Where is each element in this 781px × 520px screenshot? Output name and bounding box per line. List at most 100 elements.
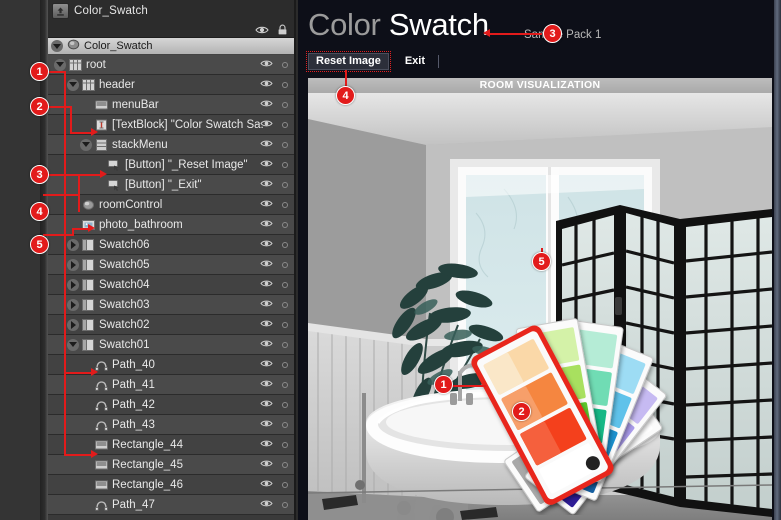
tree-row-path-41[interactable]: Path_41 xyxy=(48,375,294,395)
lock-dot-icon[interactable] xyxy=(282,201,288,208)
lock-dot-icon[interactable] xyxy=(282,341,288,348)
chevron-down-icon[interactable] xyxy=(51,40,63,52)
eye-icon[interactable] xyxy=(260,296,273,314)
tree-row-path-40[interactable]: Path_40 xyxy=(48,355,294,375)
lock-dot-icon[interactable] xyxy=(282,141,288,148)
lock-dot-icon[interactable] xyxy=(282,361,288,368)
tree-row-stackmenu[interactable]: stackMenu xyxy=(48,135,294,155)
tree-row-path-43[interactable]: Path_43 xyxy=(48,415,294,435)
eye-icon[interactable] xyxy=(260,316,273,334)
eye-icon[interactable] xyxy=(260,136,273,154)
room-photo[interactable] xyxy=(308,93,772,520)
tree-row-swatch03[interactable]: Swatch03 xyxy=(48,295,294,315)
eye-icon[interactable] xyxy=(260,336,273,354)
tree-row-swatch01[interactable]: Swatch01 xyxy=(48,335,294,355)
lock-dot-icon[interactable] xyxy=(282,81,288,88)
eye-icon[interactable] xyxy=(260,156,273,174)
tree-row-rectangle-46[interactable]: Rectangle_46 xyxy=(48,475,294,495)
tree-row-roomcontrol[interactable]: roomControl xyxy=(48,195,294,215)
eye-icon[interactable] xyxy=(260,196,273,214)
lock-dot-icon[interactable] xyxy=(282,461,288,468)
tree-row-path-47[interactable]: Path_47 xyxy=(48,495,294,515)
eye-icon[interactable] xyxy=(260,376,273,394)
lock-dot-icon[interactable] xyxy=(282,301,288,308)
eye-icon[interactable] xyxy=(260,416,273,434)
tree-row-path-42[interactable]: Path_42 xyxy=(48,395,294,415)
lock-dot-icon[interactable] xyxy=(282,281,288,288)
lock-dot-icon[interactable] xyxy=(282,261,288,268)
chevron-right-icon[interactable] xyxy=(67,278,79,291)
export-icon[interactable] xyxy=(52,3,69,19)
rect-icon xyxy=(92,439,112,451)
lock-dot-icon[interactable] xyxy=(282,241,288,248)
chevron-down-icon[interactable] xyxy=(67,338,79,351)
object-tree-list[interactable]: root header menuBar [TextBlock] "Color Swat… xyxy=(48,55,294,515)
eye-icon[interactable] xyxy=(255,23,269,41)
eye-icon[interactable] xyxy=(260,496,273,514)
lock-dot-icon[interactable] xyxy=(282,481,288,488)
panel-titlebar[interactable]: Color_Swatch xyxy=(48,0,294,22)
tree-row-swatch02[interactable]: Swatch02 xyxy=(48,315,294,335)
eye-icon[interactable] xyxy=(260,396,273,414)
lock-dot-icon[interactable] xyxy=(282,121,288,128)
chevron-right-icon[interactable] xyxy=(67,318,79,331)
tree-row-header[interactable]: header xyxy=(48,75,294,95)
eye-icon[interactable] xyxy=(260,256,273,274)
group-icon xyxy=(79,338,99,351)
lock-dot-icon[interactable] xyxy=(282,401,288,408)
lock-dot-icon[interactable] xyxy=(282,161,288,168)
app-title-part1: Color xyxy=(308,7,389,42)
eye-icon[interactable] xyxy=(260,456,273,474)
tree-row-label: header xyxy=(99,78,135,91)
eye-icon[interactable] xyxy=(260,76,273,94)
tree-row-button-exit[interactable]: [Button] "_Exit" xyxy=(48,175,294,195)
tree-row-label: Swatch06 xyxy=(99,238,150,251)
tree-row-label: Swatch01 xyxy=(99,338,150,351)
tree-row-swatch05[interactable]: Swatch05 xyxy=(48,255,294,275)
lock-dot-icon[interactable] xyxy=(282,181,288,188)
tree-row-textblock-color-swatch-sa[interactable]: [TextBlock] "Color Swatch Sa. xyxy=(48,115,294,135)
tree-row-rectangle-44[interactable]: Rectangle_44 xyxy=(48,435,294,455)
lock-dot-icon[interactable] xyxy=(282,501,288,508)
eye-icon[interactable] xyxy=(260,356,273,374)
tree-row-swatch04[interactable]: Swatch04 xyxy=(48,275,294,295)
tree-row-root[interactable]: root xyxy=(48,55,294,75)
eye-icon[interactable] xyxy=(260,476,273,494)
tree-row-menubar[interactable]: menuBar xyxy=(48,95,294,115)
eye-icon[interactable] xyxy=(260,56,273,74)
eye-icon[interactable] xyxy=(260,236,273,254)
exit-button[interactable]: Exit xyxy=(397,53,433,70)
chevron-right-icon[interactable] xyxy=(67,238,79,251)
eye-icon[interactable] xyxy=(260,216,273,234)
tree-row-swatch06[interactable]: Swatch06 xyxy=(48,235,294,255)
lock-dot-icon[interactable] xyxy=(282,421,288,428)
tree-row-label: Path_47 xyxy=(112,498,155,511)
chevron-right-icon[interactable] xyxy=(67,258,79,271)
chevron-down-icon[interactable] xyxy=(67,78,79,91)
tree-row-rectangle-45[interactable]: Rectangle_45 xyxy=(48,455,294,475)
chevron-right-icon[interactable] xyxy=(67,298,79,311)
lock-dot-icon[interactable] xyxy=(282,321,288,328)
path-icon xyxy=(92,359,112,371)
eye-icon[interactable] xyxy=(260,176,273,194)
eye-icon[interactable] xyxy=(260,96,273,114)
reset-image-button[interactable]: Reset Image xyxy=(306,50,391,72)
lock-dot-icon[interactable] xyxy=(282,61,288,68)
tree-row-button-reset-image[interactable]: [Button] "_Reset Image" xyxy=(48,155,294,175)
color-swatch-fan[interactable] xyxy=(470,285,770,515)
textblock-icon xyxy=(92,119,112,131)
tree-row-photo-bathroom[interactable]: photo_bathroom xyxy=(48,215,294,235)
eye-icon[interactable] xyxy=(260,116,273,134)
lock-icon[interactable] xyxy=(277,23,288,41)
lock-dot-icon[interactable] xyxy=(282,381,288,388)
lock-dot-icon[interactable] xyxy=(282,441,288,448)
lock-dot-icon[interactable] xyxy=(282,101,288,108)
chevron-down-icon[interactable] xyxy=(54,58,66,71)
app-subtitle: Sample Pack 1 xyxy=(524,29,602,41)
eye-icon[interactable] xyxy=(260,436,273,454)
no-chevron-spacer xyxy=(80,419,92,431)
callout-badge-10: 5 xyxy=(532,252,551,271)
chevron-down-icon[interactable] xyxy=(80,138,92,151)
lock-dot-icon[interactable] xyxy=(282,221,288,228)
eye-icon[interactable] xyxy=(260,276,273,294)
